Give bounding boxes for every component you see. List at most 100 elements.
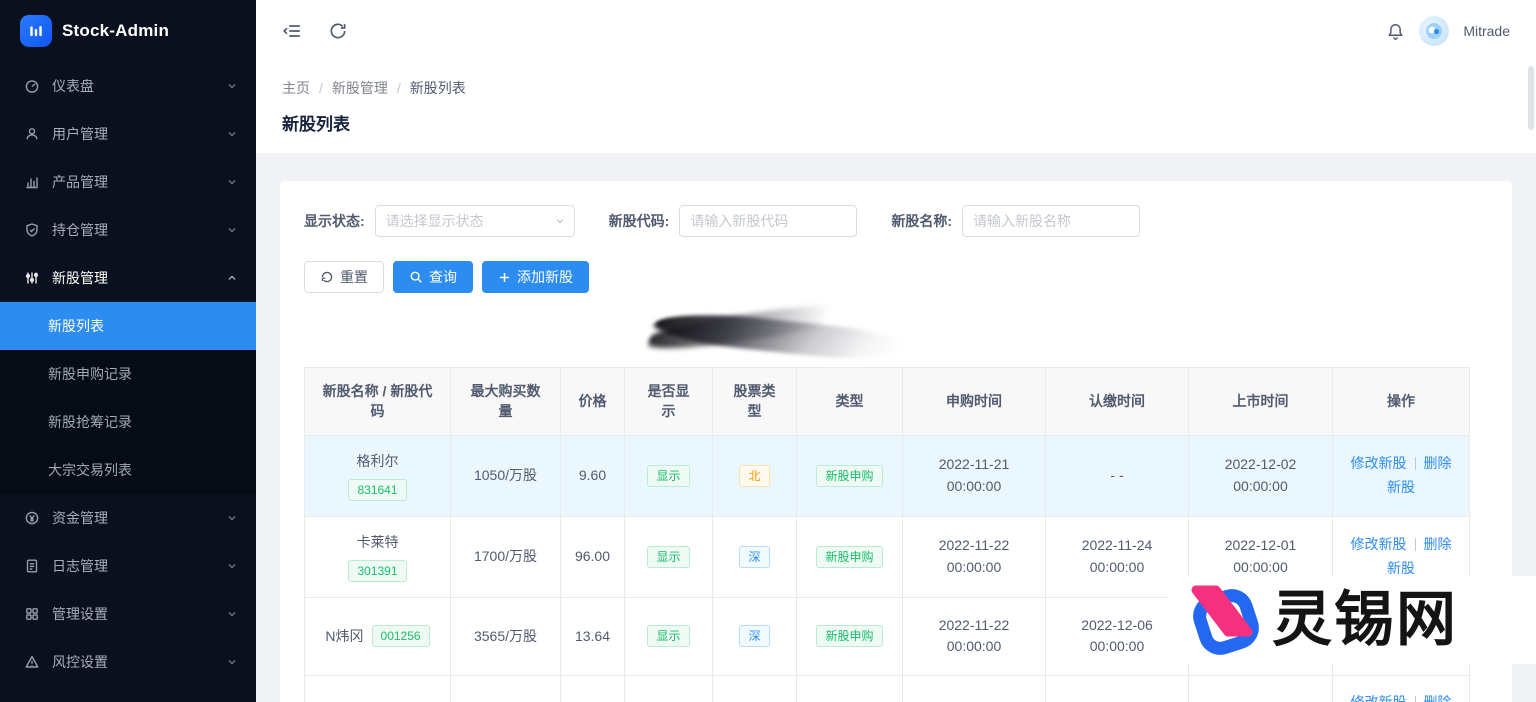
chevron-down-icon xyxy=(226,224,238,236)
sidebar-item-label: 日志管理 xyxy=(52,556,226,576)
money-icon xyxy=(24,510,40,526)
sidebar-subitem-label: 新股抢筹记录 xyxy=(48,412,132,432)
market-tag: 北 xyxy=(739,465,769,487)
chevron-down-icon xyxy=(226,80,238,92)
col-market: 股票类型 xyxy=(713,368,797,436)
sidebar-item-positions[interactable]: 持仓管理 xyxy=(0,206,256,254)
sidebar-item-funds[interactable]: 资金管理 xyxy=(0,494,256,542)
action-buttons-row: 重置 查询 添加新股 xyxy=(304,261,1488,293)
logo-icon xyxy=(20,15,52,47)
watermark: 灵锡网 xyxy=(1168,576,1536,664)
sidebar-subitem-subscribe-records[interactable]: 新股申购记录 xyxy=(0,350,256,398)
sidebar-item-admin-settings[interactable]: 管理设置 xyxy=(0,590,256,638)
sidebar-item-label: 资金管理 xyxy=(52,508,226,528)
stock-name: 卡莱特 xyxy=(313,532,442,553)
cell-subscribe-time: 2022-11-2100:00:00 xyxy=(903,435,1046,516)
cell-actions: 修改新股删除新股 xyxy=(1333,676,1470,702)
col-actions: 操作 xyxy=(1333,368,1470,436)
cell-market: 北 xyxy=(713,435,797,516)
cell-list-time: 2022-12-0200:00:00 xyxy=(1189,435,1333,516)
cell-visible: 显示 xyxy=(625,676,713,702)
sidebar-item-products[interactable]: 产品管理 xyxy=(0,158,256,206)
cell-market: 深 xyxy=(713,516,797,597)
breadcrumb-home[interactable]: 主页 xyxy=(282,78,332,98)
market-tag: 深 xyxy=(739,625,769,647)
edit-stock-link[interactable]: 修改新股 xyxy=(1351,536,1407,552)
status-label: 显示状态: xyxy=(304,211,365,231)
chevron-down-icon xyxy=(226,608,238,620)
reset-icon xyxy=(320,270,334,284)
sidebar-subitem-rush-records[interactable]: 新股抢筹记录 xyxy=(0,398,256,446)
sidebar-subitem-block-trade-list[interactable]: 大宗交易列表 xyxy=(0,446,256,494)
stock-code-tag: 001256 xyxy=(372,625,430,647)
action-divider xyxy=(1415,696,1416,702)
stock-name-input[interactable] xyxy=(962,205,1140,237)
stock-name: 格利尔 xyxy=(313,451,442,472)
status-select-placeholder: 请选择显示状态 xyxy=(386,211,484,231)
cell-price: 13.64 xyxy=(561,597,625,676)
cell-price: 9.60 xyxy=(561,435,625,516)
document-icon xyxy=(24,558,40,574)
sidebar-subitem-new-stock-list[interactable]: 新股列表 xyxy=(0,302,256,350)
cell-price: 78.89 xyxy=(561,676,625,702)
sidebar-item-label: 产品管理 xyxy=(52,172,226,192)
type-tag: 新股申购 xyxy=(816,625,882,647)
breadcrumb-current: 新股列表 xyxy=(410,78,466,98)
scrollbar-thumb[interactable] xyxy=(1528,66,1534,130)
sidebar-item-label: 持仓管理 xyxy=(52,220,226,240)
cell-max-buy: 1914/万股 xyxy=(451,676,561,702)
users-icon xyxy=(24,126,40,142)
sidebar-subitem-label: 新股申购记录 xyxy=(48,364,132,384)
col-subscribe-time: 申购时间 xyxy=(903,368,1046,436)
table-row: 三未信安 1914/万股 78.89 显示 沪 新股申购 2022-11-23 … xyxy=(305,676,1470,702)
sidebar-item-label: 管理设置 xyxy=(52,604,226,624)
breadcrumb-new-stock[interactable]: 新股管理 xyxy=(332,78,410,98)
collapse-sidebar-button[interactable] xyxy=(282,21,302,41)
page-head: 主页 新股管理 新股列表 新股列表 xyxy=(256,62,1536,153)
cell-market: 沪 xyxy=(713,676,797,702)
edit-stock-link[interactable]: 修改新股 xyxy=(1351,694,1407,702)
cell-type: 新股申购 xyxy=(797,435,903,516)
sidebar-item-dashboard[interactable]: 仪表盘 xyxy=(0,62,256,110)
status-select[interactable]: 请选择显示状态 xyxy=(375,205,575,237)
sidebar-item-label: 风控设置 xyxy=(52,652,226,672)
sidebar-item-logs[interactable]: 日志管理 xyxy=(0,542,256,590)
cell-visible: 显示 xyxy=(625,435,713,516)
stock-code-input[interactable] xyxy=(679,205,857,237)
visible-tag: 显示 xyxy=(647,465,689,487)
col-type: 类型 xyxy=(797,368,903,436)
notifications-button[interactable] xyxy=(1386,22,1405,41)
app-logo: Stock-Admin xyxy=(0,0,256,62)
table-header-row: 新股名称 / 新股代码 最大购买数量 价格 是否显示 股票类型 类型 申购时间 … xyxy=(305,368,1470,436)
cell-price: 96.00 xyxy=(561,516,625,597)
cell-name: 卡莱特 301391 xyxy=(305,516,451,597)
topbar-right: Mitrade xyxy=(1386,16,1510,46)
col-pay-time: 认缴时间 xyxy=(1046,368,1189,436)
sidebar: Stock-Admin 仪表盘 用户管理 产品管理 持仓管理 xyxy=(0,0,256,702)
sidebar-item-risk-settings[interactable]: 风控设置 xyxy=(0,638,256,686)
sidebar-item-label: 新股管理 xyxy=(52,268,226,288)
sidebar-item-label: 用户管理 xyxy=(52,124,226,144)
sidebar-subitem-label: 大宗交易列表 xyxy=(48,460,132,480)
action-divider xyxy=(1415,538,1416,551)
col-max-buy: 最大购买数量 xyxy=(451,368,561,436)
table-row: 格利尔 831641 1050/万股 9.60 显示 北 新股申购 2022-1… xyxy=(305,435,1470,516)
add-new-stock-button[interactable]: 添加新股 xyxy=(482,261,589,293)
sidebar-item-new-stock[interactable]: 新股管理 xyxy=(0,254,256,302)
cell-actions: 修改新股删除新股 xyxy=(1333,435,1470,516)
chevron-down-icon xyxy=(226,512,238,524)
search-button[interactable]: 查询 xyxy=(393,261,473,293)
refresh-page-button[interactable] xyxy=(328,21,348,41)
chevron-down-icon xyxy=(226,128,238,140)
topbar: Mitrade xyxy=(256,0,1536,62)
visible-tag: 显示 xyxy=(647,625,689,647)
filter-bar: 显示状态: 请选择显示状态 新股代码: 新股名称: xyxy=(304,205,1488,237)
cell-visible: 显示 xyxy=(625,597,713,676)
cell-subscribe-time: 2022-11-23 xyxy=(903,676,1046,702)
chevron-down-icon xyxy=(226,176,238,188)
edit-stock-link[interactable]: 修改新股 xyxy=(1351,455,1407,471)
avatar[interactable] xyxy=(1419,16,1449,46)
reset-button[interactable]: 重置 xyxy=(304,261,384,293)
cell-type: 新股申购 xyxy=(797,516,903,597)
sidebar-item-users[interactable]: 用户管理 xyxy=(0,110,256,158)
